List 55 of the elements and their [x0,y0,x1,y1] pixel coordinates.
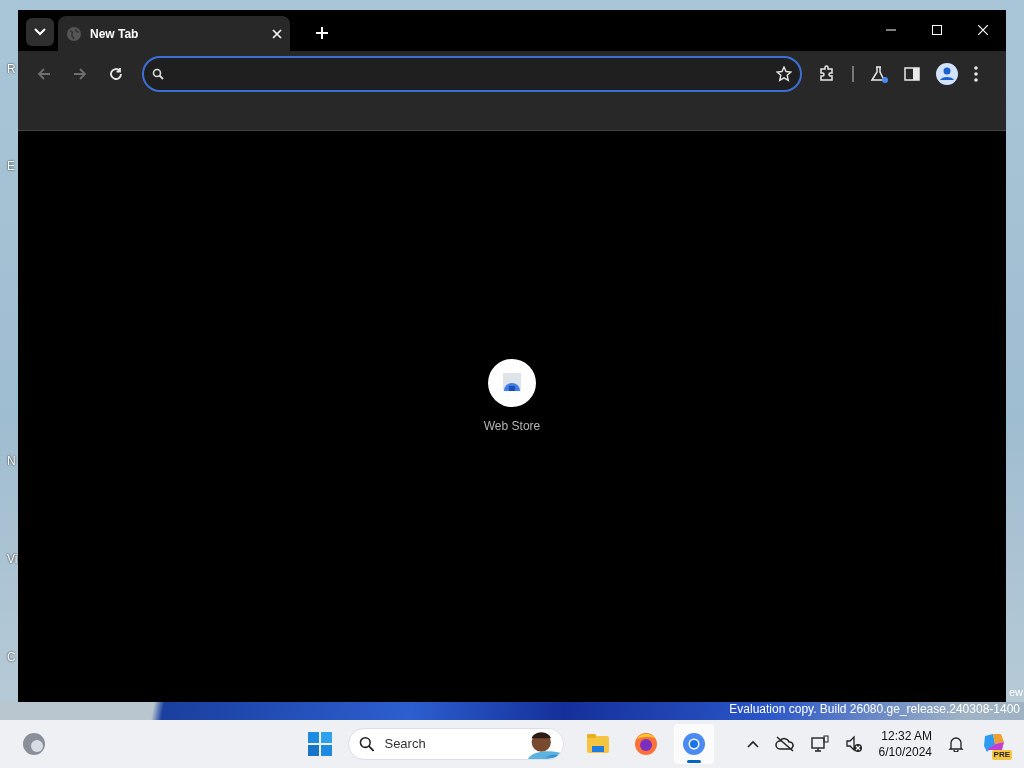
fox-globe-icon [633,731,659,757]
edition-text: ew [1008,685,1023,700]
chevron-down-icon [34,28,46,36]
monitor-icon [810,735,829,753]
desktop-icon-label: Vi [7,551,18,568]
reload-icon [109,67,123,81]
desktop-icon-label: R [7,61,16,78]
notifications-button[interactable] [948,736,964,752]
desktop-icon-label: E [7,158,15,175]
maximize-icon [932,25,942,35]
browser-tab[interactable]: New Tab [58,16,290,51]
tab-search-button[interactable] [26,18,54,46]
search-icon [152,68,164,80]
arrow-left-icon [37,67,51,81]
onedrive-button[interactable] [774,736,795,752]
address-bar[interactable] [142,56,802,92]
speaker-muted-icon [844,735,863,753]
cloud-offline-icon [774,736,795,752]
side-panel-icon [904,66,920,82]
menu-button[interactable] [974,66,978,82]
search-icon [359,736,375,752]
browser-circle-icon [681,731,707,757]
windows-logo-icon [308,732,332,756]
search-field[interactable]: Search [382,733,513,755]
desktop-icon-label: N [7,453,16,470]
watermark-text: Evaluation copy. Build 26080.ge_release.240308-1400 [729,702,1020,716]
bell-icon [948,736,964,752]
labs-button[interactable] [870,65,888,83]
show-hidden-icons-button[interactable] [746,740,759,748]
flask-icon [870,65,888,83]
taskbar-search-box[interactable]: Search [348,728,564,760]
chevron-up-icon [746,740,759,748]
close-tab-button[interactable] [272,28,282,39]
shortcut-icon [488,358,536,407]
avatar-icon [936,63,958,85]
volume-button[interactable] [844,735,863,753]
star-icon [776,66,792,82]
close-icon [272,28,282,39]
badge-text: PRE [991,750,1012,760]
plus-icon [316,27,328,39]
shortcut-tile[interactable]: Web Store [483,358,541,435]
network-button[interactable] [810,735,829,753]
arrow-right-icon [73,67,87,81]
more-vertical-icon [974,66,978,82]
globe-icon [66,25,82,42]
puzzle-icon [818,65,836,83]
clock[interactable]: 12:32 AM 6/10/2024 [878,727,932,761]
taskbar-app-button[interactable] [674,724,714,764]
desktop-icon-label: C [7,649,16,666]
tab-title: New Tab [90,25,140,43]
extensions-button[interactable] [818,65,836,83]
close-icon [978,25,988,35]
side-panel-button[interactable] [904,66,920,82]
profile-button[interactable] [936,63,958,85]
bookmark-button[interactable] [776,66,792,82]
